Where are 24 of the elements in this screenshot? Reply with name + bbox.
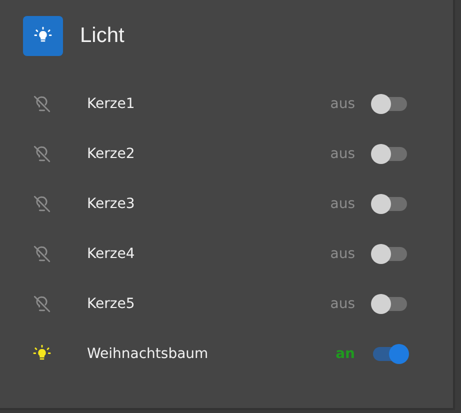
light-name: Kerze5 [87,296,136,312]
state-label: aus [330,196,355,212]
toggle-switch[interactable] [371,193,409,215]
lightbulb-off-icon [31,243,53,265]
light-name: Weihnachtsbaum [87,346,210,362]
toggle-switch[interactable] [371,143,409,165]
lightbulb-off-icon [31,93,53,115]
toggle-switch[interactable] [371,93,409,115]
state-label: an [336,346,355,362]
light-name: Kerze2 [87,146,136,162]
card-title: Licht [80,24,124,48]
state-label: aus [330,246,355,262]
light-name: Kerze3 [87,196,136,212]
lightbulb-off-icon [31,293,53,315]
light-name: Kerze4 [87,246,136,262]
lightbulb-off-icon [31,143,53,165]
state-label: aus [330,296,355,312]
lightbulb-off-icon [31,193,53,215]
toggle-switch[interactable] [371,243,409,265]
state-label: aus [330,96,355,112]
toggle-switch[interactable] [371,293,409,315]
toggle-switch[interactable] [371,343,409,365]
state-label: aus [330,146,355,162]
light-name: Kerze1 [87,96,136,112]
